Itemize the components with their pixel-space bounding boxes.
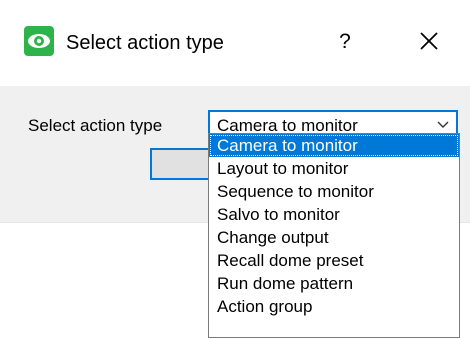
action-type-label: Select action type: [28, 116, 163, 135]
eye-icon: [24, 26, 54, 56]
dropdown-option-sequence-to-monitor[interactable]: Sequence to monitor: [209, 180, 459, 203]
help-button[interactable]: ?: [330, 26, 360, 58]
close-icon[interactable]: [410, 24, 446, 60]
dialog-title: Select action type: [66, 32, 224, 54]
dropdown-option-recall-dome-preset[interactable]: Recall dome preset: [209, 249, 459, 272]
dropdown-option-action-group[interactable]: Action group: [209, 295, 459, 318]
dropdown-option-camera-to-monitor[interactable]: Camera to monitor: [209, 134, 459, 157]
dropdown-option-salvo-to-monitor[interactable]: Salvo to monitor: [209, 203, 459, 226]
chevron-down-icon: [437, 121, 449, 128]
action-type-dropdown-list[interactable]: Camera to monitor Layout to monitor Sequ…: [208, 133, 460, 338]
dropdown-option-layout-to-monitor[interactable]: Layout to monitor: [209, 157, 459, 180]
title-bar: Select action type ?: [0, 0, 470, 86]
dropdown-option-change-output[interactable]: Change output: [209, 226, 459, 249]
dropdown-option-run-dome-pattern[interactable]: Run dome pattern: [209, 272, 459, 295]
